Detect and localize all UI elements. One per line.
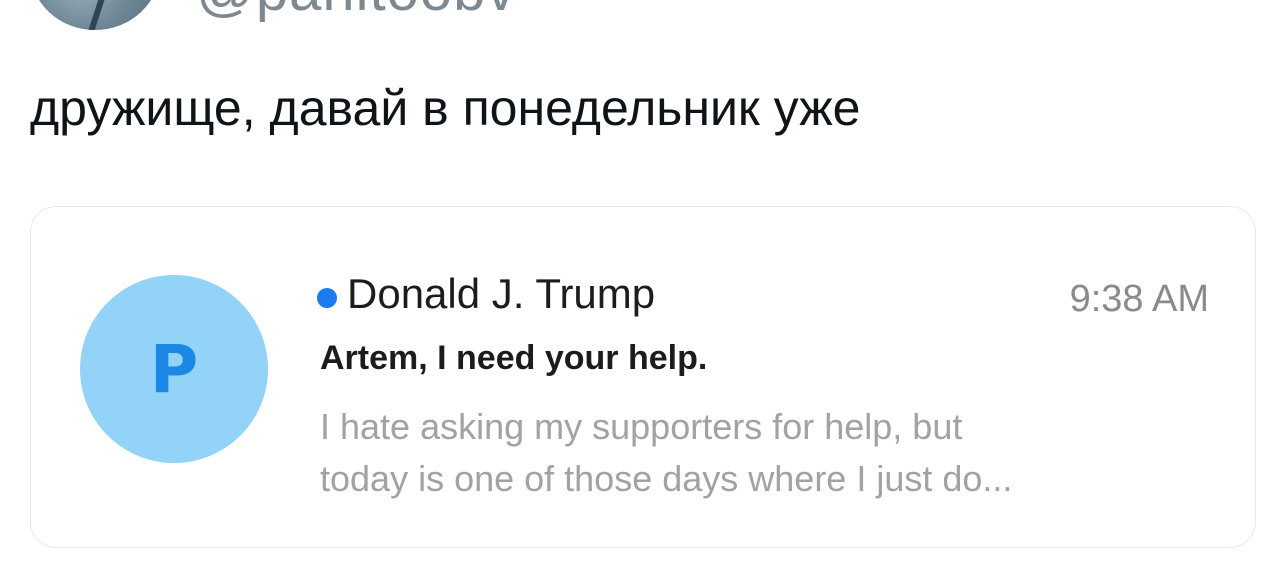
email-preview-card[interactable]: P Donald J. Trump 9:38 AM Artem, I need … xyxy=(30,206,1256,548)
sender-avatar-letter: P xyxy=(149,330,199,408)
email-sender: Donald J. Trump xyxy=(347,270,656,317)
user-handle[interactable]: @panitoobv xyxy=(196,0,516,20)
unread-dot-icon xyxy=(317,288,337,308)
email-preview-line: I hate asking my supporters for help, bu… xyxy=(320,406,963,447)
email-subject: Artem, I need your help. xyxy=(320,339,708,377)
sender-avatar: P xyxy=(80,275,268,463)
tweet-text: дружище, давай в понедельник уже xyxy=(30,80,861,136)
email-preview-line: today is one of those days where I just … xyxy=(320,458,1013,499)
email-preview-text: I hate asking my supporters for help, bu… xyxy=(320,401,1220,505)
user-avatar[interactable] xyxy=(30,0,160,30)
email-time: 9:38 AM xyxy=(1069,278,1209,320)
